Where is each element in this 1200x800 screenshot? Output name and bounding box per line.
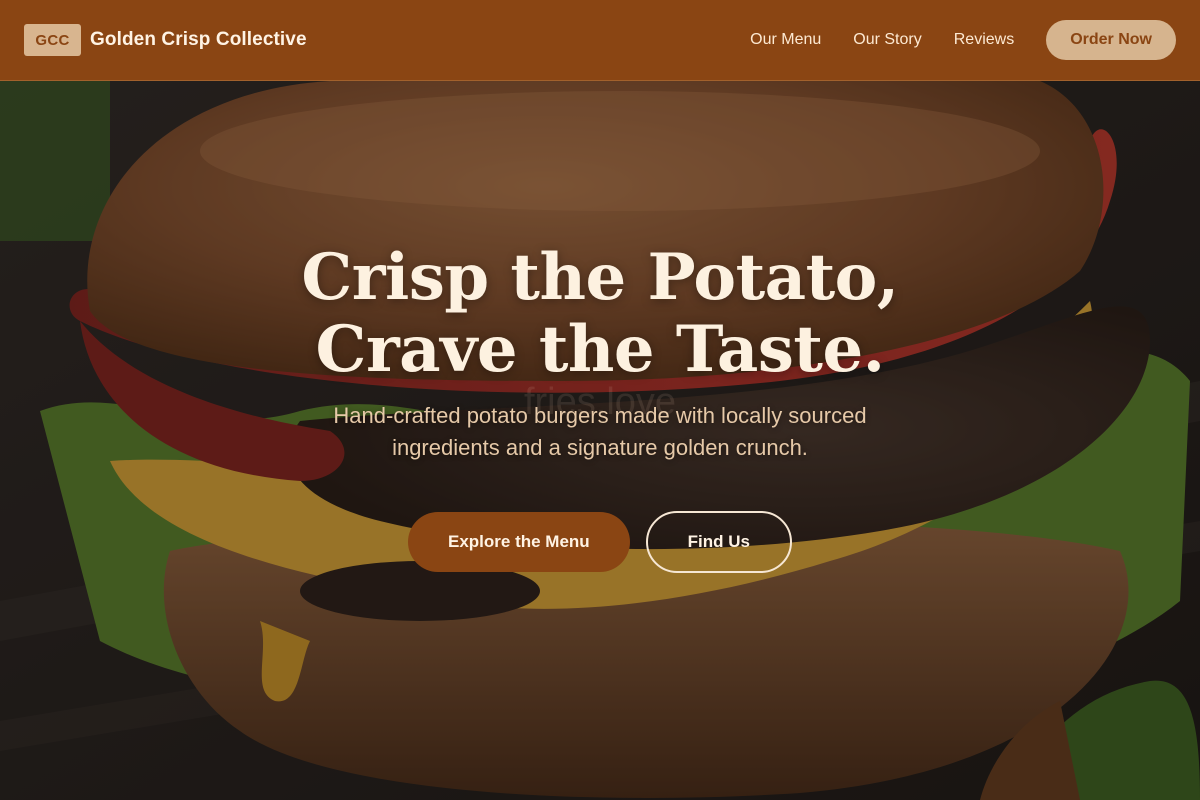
logo-badge[interactable]: GCC (24, 24, 81, 56)
order-now-button[interactable]: Order Now (1046, 20, 1176, 60)
hero-headline: Crisp the Potato, Crave the Taste. (0, 242, 1200, 386)
headline-line-2: Crave the Taste. (315, 312, 885, 387)
nav-reviews[interactable]: Reviews (954, 31, 1014, 49)
cta-row: Explore the Menu Find Us (0, 511, 1200, 573)
nav-our-menu[interactable]: Our Menu (750, 31, 821, 49)
site-header: GCC Golden Crisp Collective Our Menu Our… (0, 0, 1200, 81)
find-us-button[interactable]: Find Us (645, 511, 793, 573)
brand-name[interactable]: Golden Crisp Collective (90, 29, 307, 51)
main-nav: Our Menu Our Story Reviews Order Now (750, 20, 1176, 60)
brand[interactable]: GCC Golden Crisp Collective (24, 24, 307, 56)
explore-menu-button[interactable]: Explore the Menu (407, 512, 630, 572)
hero-content: Crisp the Potato, Crave the Taste. Hand-… (0, 242, 1200, 573)
hero-subhead: Hand-crafted potato burgers made with lo… (333, 403, 867, 460)
nav-our-story[interactable]: Our Story (853, 31, 921, 49)
headline-line-1: Crisp the Potato, (301, 240, 899, 315)
